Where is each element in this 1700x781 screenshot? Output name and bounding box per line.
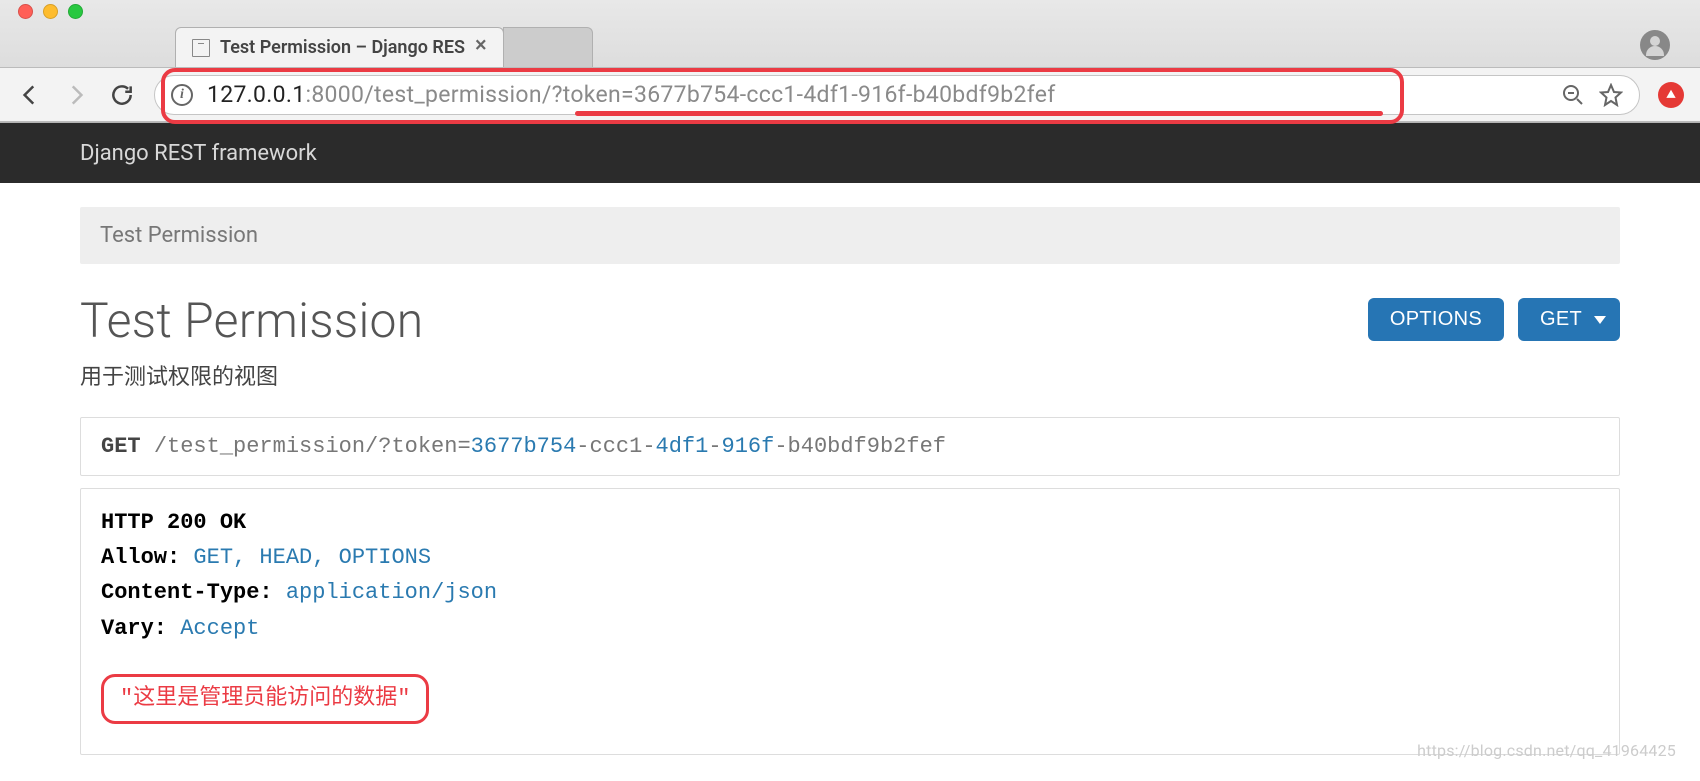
response-status: HTTP 200 OK (101, 505, 1599, 540)
extension-icon[interactable] (1658, 82, 1684, 108)
breadcrumb: Test Permission (80, 207, 1620, 264)
request-path: /test_permission/ (154, 434, 378, 459)
zoom-out-icon[interactable] (1561, 83, 1585, 107)
page-title: Test Permission (80, 292, 423, 349)
header-allow-key: Allow: (101, 545, 180, 570)
page-header-row: Test Permission 用于测试权限的视图 OPTIONS GET (80, 292, 1620, 391)
header-vary-key: Vary: (101, 616, 167, 641)
maximize-window-button[interactable] (68, 4, 83, 19)
page-favicon-icon (192, 39, 210, 57)
drf-topbar: Django REST framework (0, 123, 1700, 183)
traffic-lights (18, 4, 83, 19)
back-button[interactable] (16, 81, 44, 109)
close-window-button[interactable] (18, 4, 33, 19)
response-body: "这里是管理员能访问的数据" (120, 686, 410, 711)
browser-tabstrip: Test Permission – Django RES × (0, 22, 1700, 67)
minimize-window-button[interactable] (43, 4, 58, 19)
drf-container: Test Permission Test Permission 用于测试权限的视… (0, 183, 1700, 781)
reload-button[interactable] (108, 81, 136, 109)
address-path: :8000/test_permission/?token=3677b754-cc… (305, 81, 1055, 108)
response-box: HTTP 200 OK Allow: GET, HEAD, OPTIONS Co… (80, 488, 1620, 755)
request-method: GET (101, 434, 141, 459)
tab-close-icon[interactable]: × (475, 35, 487, 57)
page-viewport: Django REST framework Test Permission Te… (0, 123, 1700, 781)
browser-chrome: Test Permission – Django RES × i 127.0.0… (0, 0, 1700, 123)
options-button[interactable]: OPTIONS (1368, 298, 1504, 341)
profile-avatar-icon[interactable] (1640, 30, 1670, 60)
chevron-down-icon (1594, 316, 1606, 324)
header-allow-value: GET, HEAD, OPTIONS (193, 545, 431, 570)
mac-titlebar (0, 0, 1700, 22)
address-host: 127.0.0.1 (207, 81, 305, 108)
browser-tab-new[interactable] (503, 27, 593, 67)
get-button[interactable]: GET (1518, 298, 1620, 341)
watermark: https://blog.csdn.net/qq_41964425 (1417, 741, 1676, 760)
action-buttons: OPTIONS GET (1368, 298, 1620, 341)
browser-tab-active[interactable]: Test Permission – Django RES × (175, 27, 504, 67)
tab-title: Test Permission – Django RES (220, 37, 465, 58)
forward-button[interactable] (62, 81, 90, 109)
address-bar[interactable]: i 127.0.0.1:8000/test_permission/?token=… (154, 75, 1640, 115)
request-line: GET /test_permission/?token=3677b754-ccc… (80, 417, 1620, 476)
address-text: 127.0.0.1:8000/test_permission/?token=36… (207, 81, 1056, 108)
breadcrumb-current: Test Permission (100, 223, 258, 248)
drf-brand-link[interactable]: Django REST framework (80, 141, 317, 166)
header-vary-value: Accept (180, 616, 259, 641)
header-content-type-key: Content-Type: (101, 580, 273, 605)
star-icon[interactable] (1599, 83, 1623, 107)
response-body-highlight: "这里是管理员能访问的数据" (101, 674, 429, 725)
get-button-label: GET (1540, 308, 1582, 331)
page-description: 用于测试权限的视图 (80, 359, 423, 391)
browser-toolbar: i 127.0.0.1:8000/test_permission/?token=… (0, 67, 1700, 122)
header-content-type-value: application/json (286, 580, 497, 605)
annotation-address-underline (575, 111, 1383, 116)
site-info-icon[interactable]: i (171, 84, 193, 106)
